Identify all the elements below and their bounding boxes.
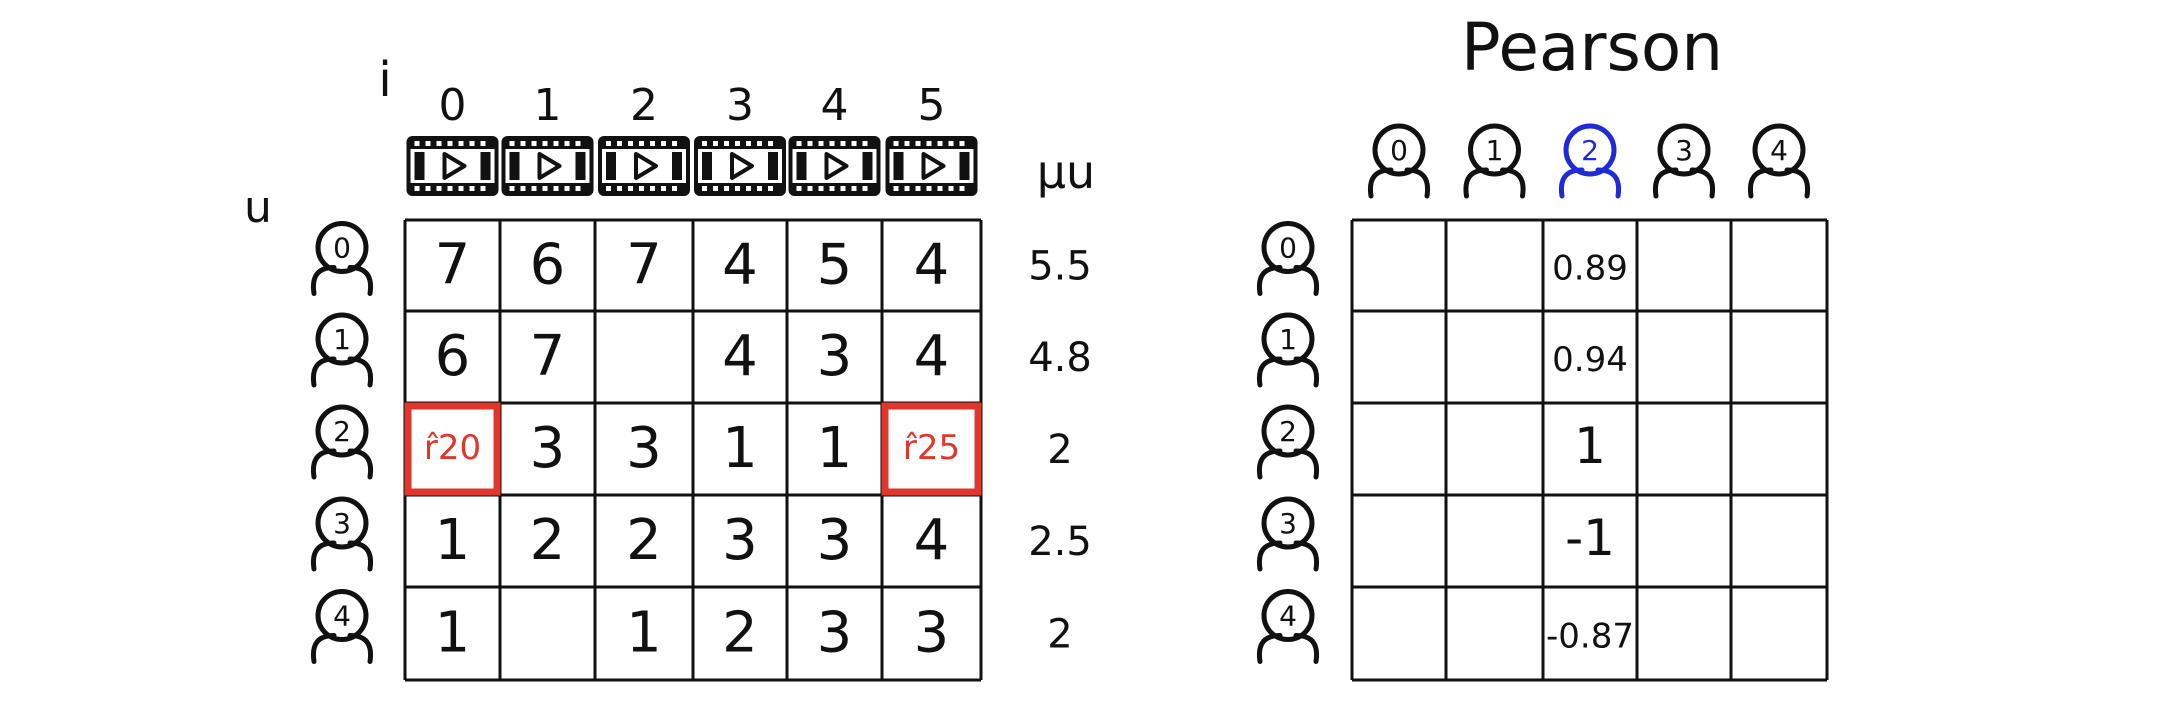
item-id-label: 1 bbox=[534, 80, 562, 131]
user-id-label: 4 bbox=[1770, 134, 1788, 167]
user-icon: 0 bbox=[1367, 123, 1431, 199]
rating-value: 2 bbox=[530, 508, 566, 573]
rating-value: 3 bbox=[817, 324, 853, 389]
user-id-label: 1 bbox=[1486, 134, 1504, 167]
mean-column-header: μu bbox=[1037, 145, 1095, 199]
rating-value: 3 bbox=[626, 416, 662, 481]
item-id-labels: 0 1 2 3 4 5 bbox=[439, 80, 946, 131]
user-mean-value: 2 bbox=[1047, 612, 1072, 658]
user-id-label: 0 bbox=[1279, 232, 1297, 265]
user-mean-value: 2 bbox=[1047, 427, 1072, 473]
rating-value: 5 bbox=[817, 233, 853, 298]
user-id-label: 2 bbox=[1581, 134, 1599, 167]
item-axis-label: i bbox=[378, 52, 391, 108]
rating-value: 3 bbox=[722, 508, 758, 573]
film-strip-play-icon bbox=[406, 136, 499, 196]
film-strip-play-icon bbox=[885, 136, 978, 196]
rating-matrix-section: i u μu 012345 01234 7 6 7 4 5 46 7 4 3 4r̂20 3 3 1 1 r… bbox=[244, 52, 1095, 682]
rating-value: 1 bbox=[435, 508, 471, 573]
diagram-canvas: i u μu 012345 01234 7 6 7 4 5 46 7 4 3 4r̂20 3 3 1 1 r… bbox=[244, 9, 1829, 682]
predicted-rating: r̂25 bbox=[903, 428, 960, 468]
rating-value: 3 bbox=[817, 601, 853, 666]
rating-value: 7 bbox=[435, 233, 471, 298]
user-id-label: 3 bbox=[1675, 134, 1693, 167]
item-id-label: 4 bbox=[821, 80, 849, 131]
user-id-label: 0 bbox=[333, 232, 351, 265]
rating-value: 4 bbox=[722, 233, 758, 298]
rating-value: 4 bbox=[722, 324, 758, 389]
user-id-label: 0 bbox=[1390, 134, 1408, 167]
user-icon: 1 bbox=[1463, 123, 1526, 199]
item-id-label: 3 bbox=[726, 80, 754, 131]
user-id-label: 1 bbox=[1279, 323, 1297, 356]
rating-value: 4 bbox=[914, 324, 950, 389]
film-strip-play-icon bbox=[598, 136, 690, 196]
user-mean-value: 4.8 bbox=[1028, 335, 1092, 381]
item-icons-row bbox=[406, 136, 978, 196]
rating-value: 7 bbox=[530, 324, 566, 389]
pearson-correlation-value: 1 bbox=[1574, 417, 1606, 475]
rating-value: 6 bbox=[435, 324, 471, 389]
film-strip-play-icon bbox=[501, 136, 594, 196]
user-icon: 3 bbox=[1256, 496, 1320, 572]
rating-value: 1 bbox=[626, 601, 662, 666]
pearson-title: Pearson bbox=[1461, 9, 1723, 86]
target-user-icon: 2 bbox=[1558, 123, 1622, 199]
rating-value: 7 bbox=[626, 233, 662, 298]
user-icon: 0 bbox=[310, 221, 374, 296]
predicted-rating: r̂20 bbox=[424, 428, 481, 468]
item-id-label: 2 bbox=[630, 80, 658, 131]
user-icon: 2 bbox=[310, 404, 374, 480]
user-mean-value: 2.5 bbox=[1028, 519, 1092, 565]
user-id-label: 3 bbox=[333, 507, 351, 540]
user-icon: 1 bbox=[1256, 312, 1320, 388]
rating-value: 6 bbox=[530, 233, 566, 298]
item-id-label: 5 bbox=[918, 80, 946, 131]
user-icons-left-column: 0 1 2 3 4 bbox=[310, 221, 374, 664]
user-id-label: 1 bbox=[333, 323, 351, 356]
user-icons-top-row: 0 1 2 3 4 bbox=[1367, 123, 1811, 199]
user-icon: 2 bbox=[1256, 404, 1320, 480]
rating-value: 4 bbox=[914, 508, 950, 573]
rating-value: 2 bbox=[626, 508, 662, 573]
user-icon: 4 bbox=[310, 589, 374, 664]
rating-value: 3 bbox=[817, 508, 853, 573]
user-id-label: 2 bbox=[1279, 415, 1297, 448]
user-id-label: 3 bbox=[1279, 507, 1297, 540]
pearson-correlation-value: -1 bbox=[1565, 509, 1615, 567]
user-icon: 3 bbox=[310, 496, 374, 572]
user-icon: 0 bbox=[1256, 221, 1320, 296]
user-icon: 4 bbox=[1747, 123, 1811, 199]
film-strip-play-icon bbox=[788, 136, 881, 196]
user-icons-right-column: 0 1 2 3 4 bbox=[1256, 221, 1320, 664]
pearson-correlation-value: 0.89 bbox=[1552, 249, 1628, 289]
rating-value: 3 bbox=[914, 601, 950, 666]
pearson-matrix-section: Pearson 0 1 2 3 4 0 1 2 3 4 0.89 0.94 1 -1 -0.87 bbox=[1256, 9, 1829, 682]
user-icon: 4 bbox=[1256, 589, 1320, 664]
pearson-correlation-value: 0.94 bbox=[1552, 340, 1628, 380]
user-mean-column: 5.5 4.8 2 2.5 2 bbox=[1028, 244, 1092, 658]
item-id-label: 0 bbox=[439, 80, 467, 131]
user-id-label: 4 bbox=[333, 600, 351, 633]
rating-value: 2 bbox=[722, 601, 758, 666]
rating-value: 1 bbox=[722, 416, 758, 481]
user-id-label: 2 bbox=[333, 415, 351, 448]
user-icon: 1 bbox=[310, 312, 374, 388]
film-strip-play-icon bbox=[694, 136, 786, 196]
rating-value: 4 bbox=[914, 233, 950, 298]
rating-value: 3 bbox=[530, 416, 566, 481]
user-axis-label: u bbox=[244, 182, 272, 233]
rating-matrix-grid bbox=[403, 218, 983, 682]
user-mean-value: 5.5 bbox=[1028, 244, 1092, 290]
rating-value: 1 bbox=[817, 416, 853, 481]
pearson-correlation-value: -0.87 bbox=[1546, 617, 1634, 657]
rating-value: 1 bbox=[435, 601, 471, 666]
user-icon: 3 bbox=[1652, 123, 1716, 199]
user-id-label: 4 bbox=[1279, 600, 1297, 633]
